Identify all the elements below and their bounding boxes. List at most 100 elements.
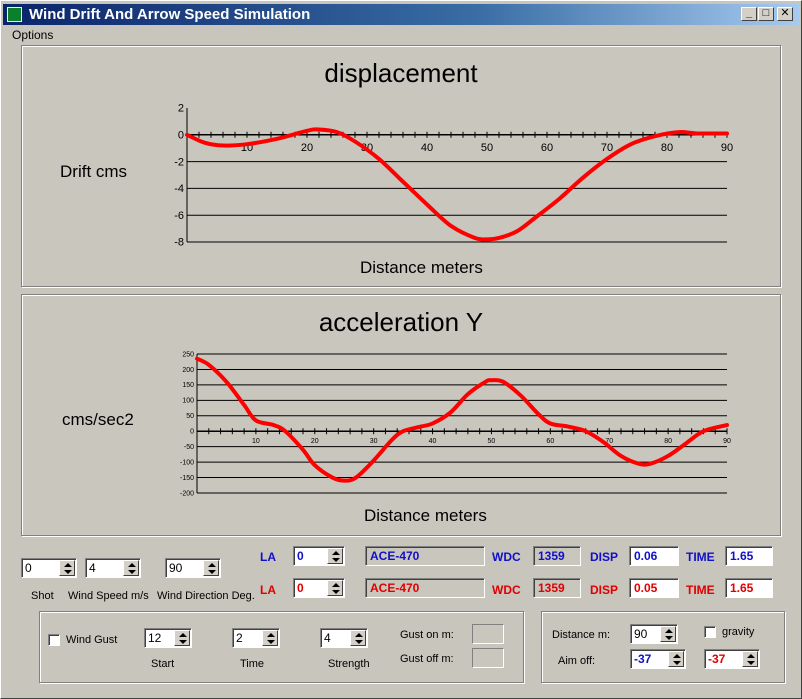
maximize-button[interactable]: □ <box>758 7 774 21</box>
shot-spinner[interactable]: 0 <box>21 558 77 578</box>
x-tick-label: 80 <box>664 438 672 445</box>
wind-speed-spin-arrows-icon[interactable] <box>123 560 139 576</box>
shot-label: Shot <box>31 590 54 602</box>
gust-strength-spin-arrows-icon[interactable] <box>350 630 366 646</box>
title-bar[interactable]: Wind Drift And Arrow Speed Simulation _ … <box>3 4 799 25</box>
acceleration-chart: 250 200 150 100 50 0 -50 -100 -150 -200 10 20 30 40 50… <box>180 351 731 497</box>
la-red-spin-arrows-icon[interactable] <box>327 580 343 596</box>
disp-value-red: 0.05 <box>629 578 679 598</box>
aim-blue-spin-arrows-icon[interactable] <box>668 651 684 667</box>
distance-spinner[interactable]: 90 <box>630 624 678 644</box>
x-tick-label: 60 <box>541 142 553 154</box>
distance-spin-arrows-icon[interactable] <box>660 626 676 642</box>
menu-bar: Options <box>3 26 799 43</box>
la-spinner-red[interactable]: 0 <box>293 578 345 598</box>
gust-start-value: 12 <box>148 631 162 645</box>
y-tick-label: 250 <box>182 351 194 358</box>
wind-direction-spinner[interactable]: 90 <box>165 558 221 578</box>
y-tick-label: 50 <box>186 413 194 420</box>
close-button[interactable]: ✕ <box>777 7 793 21</box>
shot-spin-arrows-icon[interactable] <box>59 560 75 576</box>
arrow-model-blue: ACE-470 <box>365 546 485 566</box>
y-tick-label: 200 <box>182 367 194 374</box>
gust-time-spin-arrows-icon[interactable] <box>262 630 278 646</box>
series-line <box>185 127 729 242</box>
y-tick-label: 100 <box>182 398 194 405</box>
la-value-red: 0 <box>297 581 304 595</box>
wind-speed-label: Wind Speed m/s <box>68 590 149 602</box>
x-tick-label: 10 <box>252 438 260 445</box>
time-label-red: TIME <box>686 583 715 597</box>
wdc-label-red: WDC <box>492 583 521 597</box>
la-blue-spin-arrows-icon[interactable] <box>327 548 343 564</box>
y-tick-label: -6 <box>174 210 184 222</box>
gust-time-spinner[interactable]: 2 <box>232 628 280 648</box>
minimize-button[interactable]: _ <box>741 7 757 21</box>
x-tick-label: 20 <box>301 142 313 154</box>
wind-direction-spin-arrows-icon[interactable] <box>203 560 219 576</box>
x-tick-label: 90 <box>721 142 733 154</box>
gust-strength-spinner[interactable]: 4 <box>320 628 368 648</box>
gust-strength-label: Strength <box>328 658 370 670</box>
la-value-blue: 0 <box>297 549 304 563</box>
y-tick-label: -2 <box>174 156 184 168</box>
wind-speed-value: 4 <box>89 561 96 575</box>
wind-speed-spinner[interactable]: 4 <box>85 558 141 578</box>
y-tick-label: 2 <box>178 103 184 115</box>
y-tick-label: -150 <box>180 475 194 482</box>
x-tick-label: 80 <box>661 142 673 154</box>
distance-value: 90 <box>634 627 648 641</box>
gravity-label: gravity <box>722 626 755 638</box>
x-tick-label: 40 <box>429 438 437 445</box>
y-tick-label: -4 <box>174 183 184 195</box>
displacement-chart: 20-2-4-6-810 20 30 40 50 60 70 80 90 <box>174 103 733 249</box>
gust-time-label: Time <box>240 658 265 670</box>
acceleration-panel: acceleration Y cms/sec2 Distance meters … <box>21 294 781 536</box>
main-window: Wind Drift And Arrow Speed Simulation _ … <box>0 0 802 699</box>
aim-off-value-red: -37 <box>708 652 726 666</box>
distance-label: Distance m: <box>552 629 611 641</box>
gust-start-spinner[interactable]: 12 <box>144 628 192 648</box>
time-label-blue: TIME <box>686 550 715 564</box>
menu-options[interactable]: Options <box>12 28 53 42</box>
distance-aim-group: Distance m: 90 gravity Aim off: -37 -37 <box>541 611 785 683</box>
window-title: Wind Drift And Arrow Speed Simulation <box>29 6 311 23</box>
x-tick-label: 20 <box>311 438 319 445</box>
displacement-panel: displacement Drift cms Distance meters 2… <box>21 45 781 287</box>
aim-off-spinner-red[interactable]: -37 <box>704 649 760 669</box>
x-tick-label: 70 <box>601 142 613 154</box>
la-label-blue: LA <box>260 550 276 564</box>
arrow-model-red: ACE-470 <box>365 578 485 598</box>
time-value-red: 1.65 <box>725 578 773 598</box>
gust-on-label: Gust on m: <box>400 629 454 641</box>
wind-gust-checkbox[interactable] <box>48 634 60 646</box>
la-spinner-blue[interactable]: 0 <box>293 546 345 566</box>
wind-direction-value: 90 <box>169 561 183 575</box>
gust-time-value: 2 <box>236 631 243 645</box>
gust-start-label: Start <box>151 658 175 670</box>
gust-off-label: Gust off m: <box>400 653 454 665</box>
wdc-label-blue: WDC <box>492 550 521 564</box>
disp-value-blue: 0.06 <box>629 546 679 566</box>
aim-red-spin-arrows-icon[interactable] <box>742 651 758 667</box>
y-tick-label: -200 <box>180 490 194 497</box>
wdc-value-blue: 1359 <box>533 546 581 566</box>
y-tick-label: 0 <box>178 129 184 141</box>
aim-off-spinner-blue[interactable]: -37 <box>630 649 686 669</box>
disp-label-red: DISP <box>590 583 619 597</box>
y-tick-label: 0 <box>190 429 194 436</box>
disp-label-blue: DISP <box>590 550 619 564</box>
shot-value: 0 <box>25 561 32 575</box>
wdc-value-red: 1359 <box>533 578 581 598</box>
x-tick-label: 40 <box>421 142 433 154</box>
y-tick-label: 150 <box>182 382 194 389</box>
wind-gust-label: Wind Gust <box>66 634 118 646</box>
x-tick-label: 30 <box>370 438 378 445</box>
aim-off-value-blue: -37 <box>634 652 652 666</box>
gravity-checkbox[interactable] <box>704 626 716 638</box>
gust-on-field <box>472 624 504 644</box>
wind-direction-label: Wind Direction Deg. <box>157 590 255 602</box>
app-icon[interactable] <box>7 7 22 22</box>
gust-start-spin-arrows-icon[interactable] <box>174 630 190 646</box>
la-label-red: LA <box>260 583 276 597</box>
